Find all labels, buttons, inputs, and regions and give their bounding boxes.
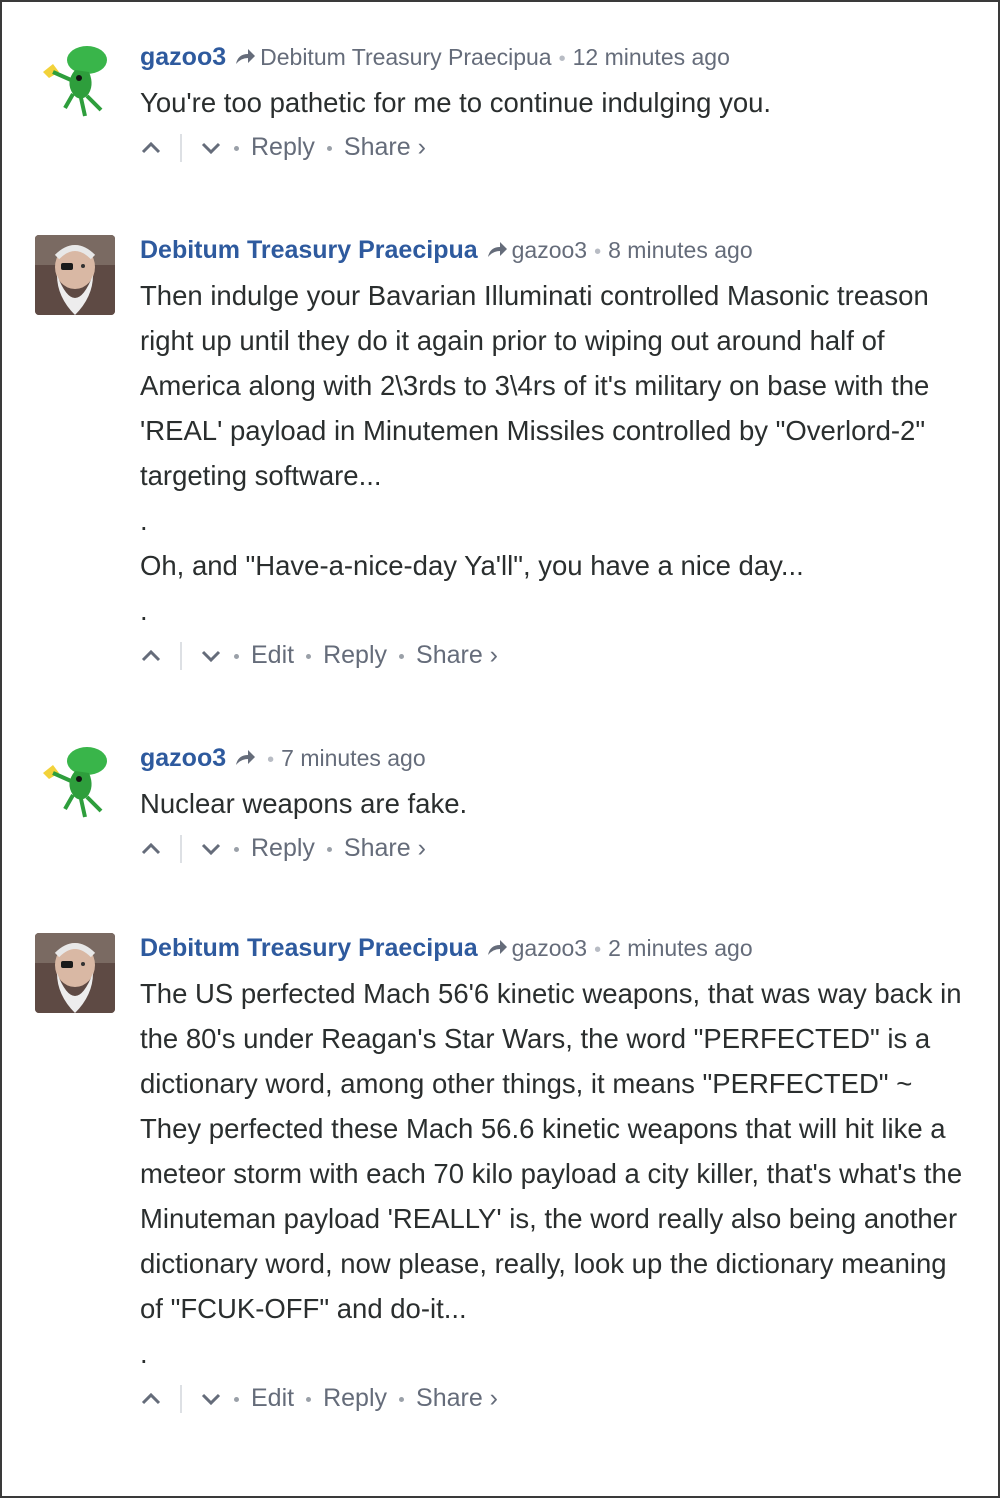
avatar[interactable] (35, 743, 115, 823)
comment-text: You're too pathetic for me to continue i… (140, 80, 968, 125)
comment-text: Then indulge your Bavarian Illuminati co… (140, 273, 968, 633)
upvote-icon[interactable] (140, 838, 162, 860)
upvote-icon[interactable] (140, 1388, 162, 1410)
bearded-man-photo-icon (35, 235, 115, 315)
separator-dot (234, 145, 239, 151)
comment-paragraph: Nuclear weapons are fake. (140, 788, 468, 819)
comment-paragraph: You're too pathetic for me to continue i… (140, 87, 772, 118)
comment-paragraph: . (140, 505, 148, 536)
timestamp[interactable]: 2 minutes ago (608, 935, 752, 961)
green-cartoon-avatar-icon (43, 46, 107, 117)
avatar[interactable] (35, 235, 115, 315)
separator-dot (234, 846, 239, 852)
upvote-icon[interactable] (140, 645, 162, 667)
comment-body: gazoo3 Debitum Treasury Praecipua • 12 minu… (140, 42, 968, 167)
reply-to-arrow-icon (234, 44, 256, 74)
comment-paragraph: Then indulge your Bavarian Illuminati co… (140, 280, 930, 491)
upvote-icon[interactable] (140, 137, 162, 159)
share-button[interactable]: Share › (416, 641, 498, 669)
separator-dot: • (267, 749, 275, 771)
separator-dot (306, 653, 312, 659)
comment-actions: Reply Share › (140, 828, 968, 868)
comment-actions: Edit Reply Share › (140, 1378, 968, 1418)
downvote-icon[interactable] (200, 137, 222, 159)
comment-paragraph: . (140, 595, 148, 626)
share-button[interactable]: Share › (344, 834, 426, 862)
timestamp[interactable]: 12 minutes ago (573, 44, 730, 70)
vote-divider (180, 1385, 182, 1414)
comment-thread: gazoo3 Debitum Treasury Praecipua • 12 minu… (0, 0, 1000, 1498)
comment-text: Nuclear weapons are fake. (140, 781, 968, 826)
separator-dot: • (594, 939, 602, 961)
vote-divider (180, 642, 182, 671)
comment-body: gazoo3 • 7 minutes ago Nuclear weapons are… (140, 743, 968, 868)
comment-paragraph: Oh, and "Have-a-nice-day Ya'll", you hav… (140, 550, 804, 581)
reply-button[interactable]: Reply (323, 641, 387, 669)
separator-dot (234, 1396, 239, 1402)
comment-header: gazoo3 • 7 minutes ago (140, 743, 968, 773)
comment-body: Debitum Treasury Praecipua gazoo3 • 8 minut… (140, 235, 968, 675)
reply-button[interactable]: Reply (323, 1384, 387, 1412)
reply-button[interactable]: Reply (251, 133, 315, 161)
separator-dot: • (594, 241, 602, 263)
share-button[interactable]: Share › (344, 133, 426, 161)
in-reply-to[interactable]: gazoo3 (512, 935, 587, 961)
separator-dot (399, 1396, 405, 1402)
edit-button[interactable]: Edit (251, 641, 294, 669)
edit-button[interactable]: Edit (251, 1384, 294, 1412)
comment-header: Debitum Treasury Praecipua gazoo3 • 8 minut… (140, 235, 968, 265)
downvote-icon[interactable] (200, 838, 222, 860)
author-name[interactable]: Debitum Treasury Praecipua (140, 236, 478, 264)
author-name[interactable]: Debitum Treasury Praecipua (140, 934, 478, 962)
timestamp[interactable]: 8 minutes ago (608, 237, 752, 263)
comment-actions: Reply Share › (140, 127, 968, 167)
in-reply-to[interactable]: Debitum Treasury Praecipua (260, 44, 551, 70)
vote-divider (180, 134, 182, 163)
comment-paragraph: The US perfected Mach 56'6 kinetic weapo… (140, 978, 963, 1324)
reply-button[interactable]: Reply (251, 834, 315, 862)
comment-header: gazoo3 Debitum Treasury Praecipua • 12 minu… (140, 42, 968, 72)
reply-to-arrow-icon (486, 237, 508, 267)
timestamp[interactable]: 7 minutes ago (281, 745, 425, 771)
green-cartoon-avatar-icon (43, 747, 107, 818)
separator-dot (326, 846, 332, 852)
separator-dot (306, 1396, 312, 1402)
separator-dot (399, 653, 405, 659)
reply-to-arrow-icon (234, 745, 256, 775)
downvote-icon[interactable] (200, 645, 222, 667)
separator-dot: • (558, 48, 566, 70)
downvote-icon[interactable] (200, 1388, 222, 1410)
separator-dot (326, 145, 332, 151)
avatar[interactable] (35, 933, 115, 1013)
comment-body: Debitum Treasury Praecipua gazoo3 • 2 minut… (140, 933, 968, 1418)
in-reply-to[interactable]: gazoo3 (512, 237, 587, 263)
separator-dot (234, 653, 239, 659)
bearded-man-photo-icon (35, 933, 115, 1013)
comment-paragraph: . (140, 1338, 148, 1369)
avatar[interactable] (35, 42, 115, 122)
comment-text: The US perfected Mach 56'6 kinetic weapo… (140, 971, 968, 1376)
author-name[interactable]: gazoo3 (140, 744, 226, 772)
vote-divider (180, 835, 182, 864)
share-button[interactable]: Share › (416, 1384, 498, 1412)
reply-to-arrow-icon (486, 935, 508, 965)
comment-header: Debitum Treasury Praecipua gazoo3 • 2 minut… (140, 933, 968, 963)
comment-actions: Edit Reply Share › (140, 635, 968, 675)
author-name[interactable]: gazoo3 (140, 43, 226, 71)
